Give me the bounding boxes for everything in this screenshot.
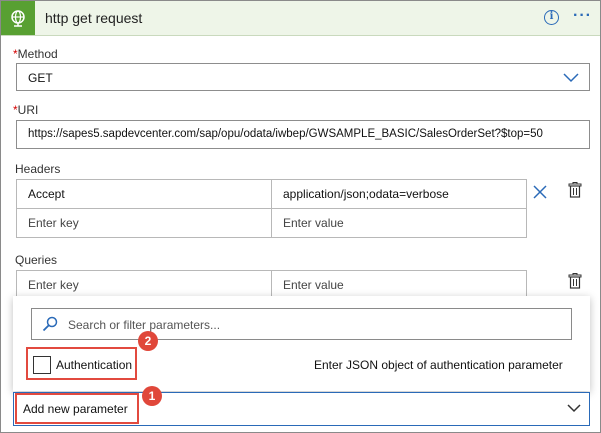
delete-headers-icon[interactable]: [568, 182, 582, 198]
http-globe-icon: [1, 1, 35, 35]
header-key-cell[interactable]: Accept: [16, 179, 272, 209]
chevron-down-icon: [563, 73, 579, 83]
header-value-input[interactable]: Enter value: [271, 208, 527, 238]
more-options-icon[interactable]: ···: [573, 7, 592, 25]
info-icon[interactable]: i: [544, 10, 559, 25]
uri-label: *URI: [13, 103, 39, 117]
delete-queries-icon[interactable]: [568, 273, 582, 289]
method-dropdown[interactable]: GET: [16, 63, 590, 91]
parameter-search-input[interactable]: Search or filter parameters...: [31, 308, 572, 340]
header-value-cell[interactable]: application/json;odata=verbose: [271, 179, 527, 209]
callout-badge-1: 1: [142, 386, 162, 406]
add-parameter-highlight: [15, 393, 139, 424]
remove-header-icon[interactable]: [532, 184, 548, 200]
chevron-down-icon: [567, 404, 581, 413]
authentication-description: Enter JSON object of authentication para…: [314, 358, 563, 372]
uri-input[interactable]: https://sapes5.sapdevcenter.com/sap/opu/…: [16, 120, 590, 149]
authentication-highlight: [26, 347, 137, 380]
header-key-input[interactable]: Enter key: [16, 208, 272, 238]
action-header[interactable]: http get request i ···: [1, 1, 600, 36]
headers-label: Headers: [15, 162, 61, 176]
uri-value: https://sapes5.sapdevcenter.com/sap/opu/…: [28, 128, 543, 140]
queries-label: Queries: [15, 253, 58, 267]
callout-badge-2: 2: [138, 331, 158, 351]
method-label: *Method: [13, 47, 58, 61]
method-value: GET: [28, 71, 53, 85]
action-title[interactable]: http get request: [45, 10, 142, 26]
search-placeholder: Search or filter parameters...: [68, 318, 221, 332]
search-icon: [42, 316, 58, 332]
action-card: http get request i ··· *Method GET *URI …: [0, 0, 601, 433]
